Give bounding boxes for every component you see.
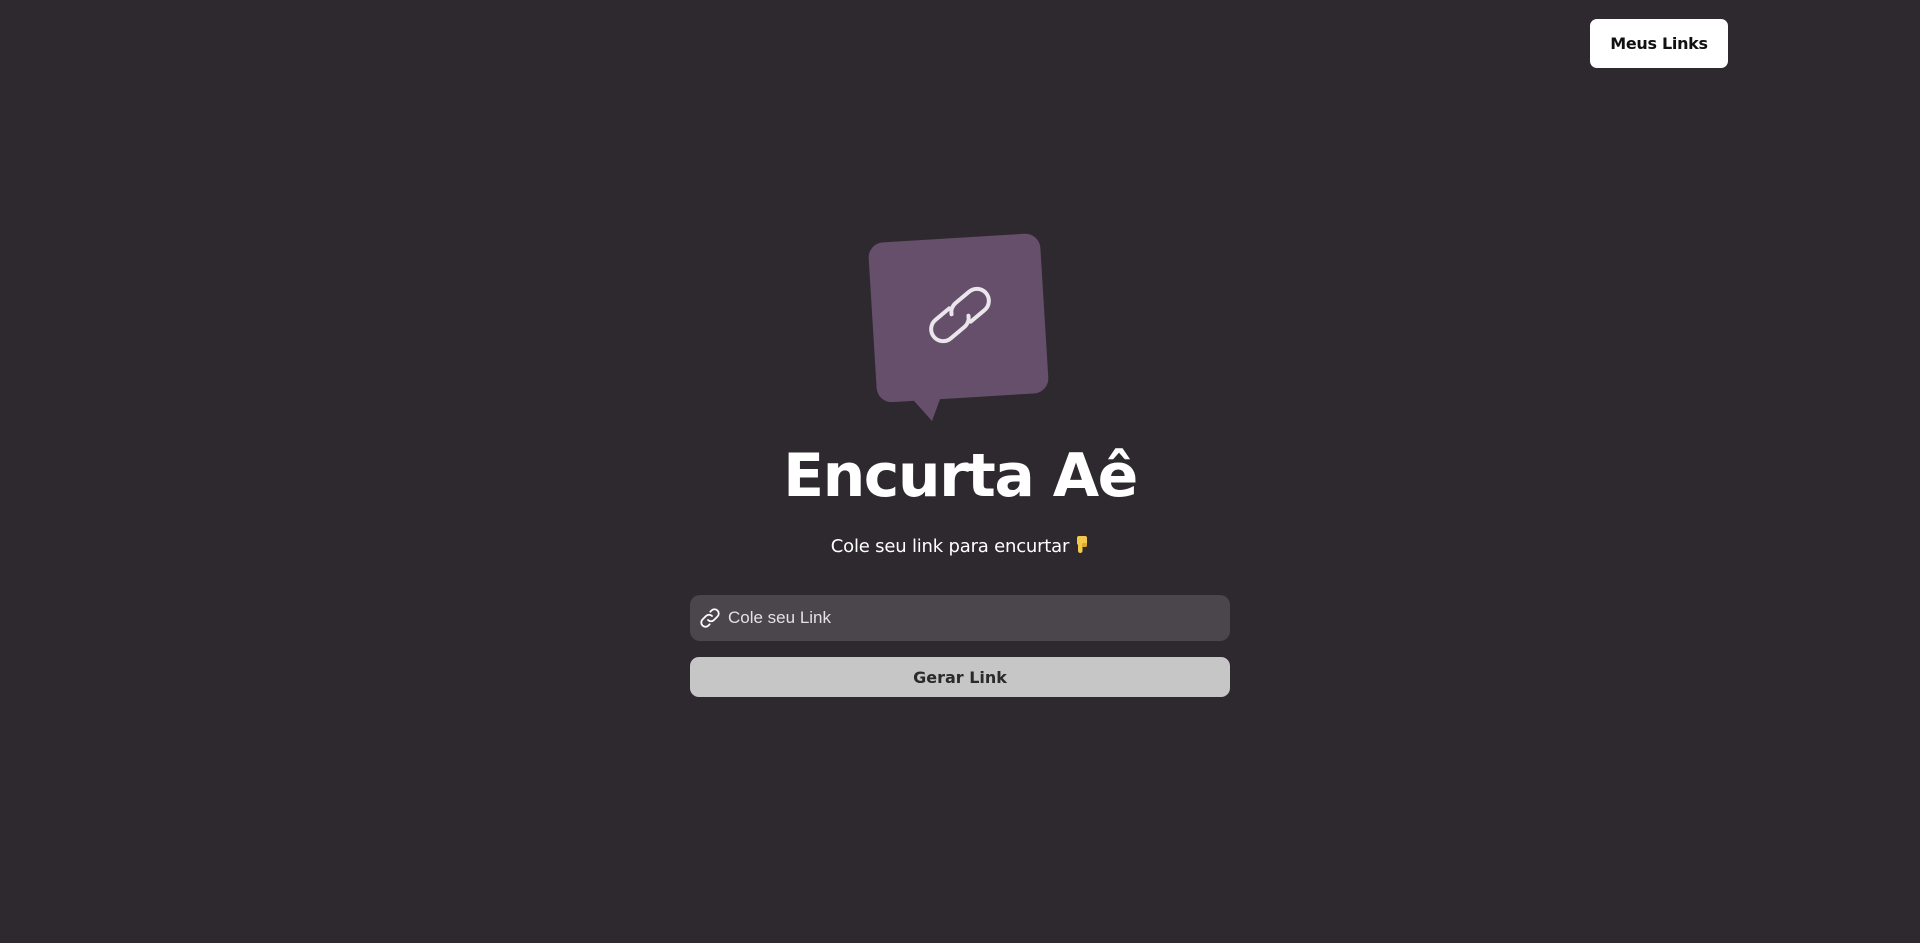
generate-link-button[interactable]: Gerar Link	[690, 657, 1230, 697]
link-input[interactable]	[728, 595, 1218, 641]
subtitle: Cole seu link para encurtar	[0, 533, 1920, 564]
my-links-button[interactable]: Meus Links	[1590, 19, 1728, 68]
link-icon	[698, 606, 722, 630]
page-title: Encurta Aê	[783, 441, 1138, 511]
link-input-container	[690, 595, 1230, 641]
subtitle-text: Cole seu link para encurtar	[830, 536, 1070, 557]
chat-bubble-link-icon	[865, 228, 1050, 424]
page: Meus Links Encurta Aê Cole seu link para…	[0, 0, 1920, 943]
pointing-down-icon	[1075, 535, 1089, 564]
